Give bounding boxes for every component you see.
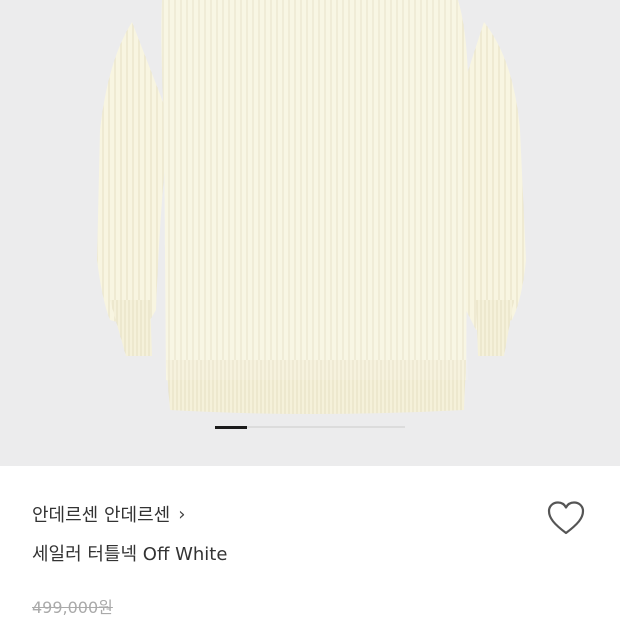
brand-name: 안데르센 안데르센 [32, 505, 171, 526]
image-pager [215, 425, 405, 429]
sweater-image [97, 0, 526, 414]
heart-outline-icon[interactable] [546, 500, 586, 536]
product-name: 세일러 터틀넥 Off White [32, 544, 228, 565]
brand-link[interactable]: 안데르센 안데르센 › [32, 501, 185, 527]
original-price: 499,000원 [32, 598, 113, 617]
image-pager-indicator [215, 425, 247, 429]
product-info: 안데르센 안데르센 › 세일러 터틀넥 Off White 499,000원 [0, 466, 620, 620]
chevron-right-icon: › [178, 503, 186, 525]
product-image-gallery[interactable] [0, 0, 620, 466]
